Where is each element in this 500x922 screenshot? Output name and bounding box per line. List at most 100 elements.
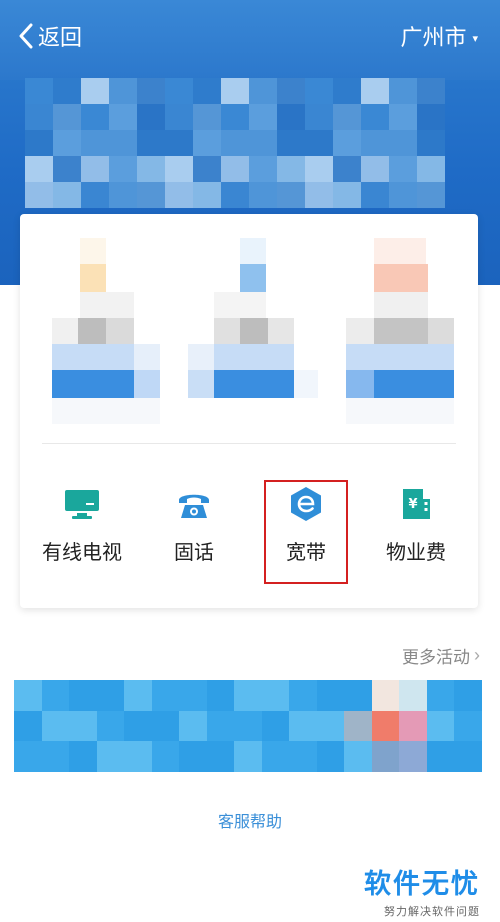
mosaic-cell <box>53 182 81 208</box>
mosaic-cell <box>151 710 179 742</box>
mosaic-cell <box>69 741 97 772</box>
mosaic-cell <box>81 130 109 156</box>
mosaic-cell <box>96 680 124 711</box>
mosaic-cell <box>137 182 165 208</box>
mosaic-cell <box>206 741 234 772</box>
mosaic-cell <box>96 741 124 772</box>
mosaic-cell <box>361 130 389 156</box>
mosaic-cell <box>261 680 289 711</box>
mosaic-cell <box>53 104 81 130</box>
mosaic-cell <box>289 710 317 742</box>
mosaic-cell <box>109 78 137 104</box>
mosaic-cell <box>389 78 417 104</box>
mosaic-cell <box>137 104 165 130</box>
svg-text:¥: ¥ <box>408 497 417 512</box>
mosaic-cell <box>305 130 333 156</box>
city-selector[interactable]: 广州市 ▾ <box>400 20 478 52</box>
promo-item-1[interactable] <box>52 238 162 428</box>
mosaic-cell <box>333 78 361 104</box>
mosaic-cell <box>389 104 417 130</box>
mosaic-cell <box>53 156 81 182</box>
mosaic-cell <box>193 78 221 104</box>
mosaic-cell <box>14 680 42 711</box>
blurred-header-image <box>25 78 445 208</box>
mosaic-cell <box>234 680 262 711</box>
mosaic-cell <box>25 156 53 182</box>
mosaic-cell <box>234 710 262 742</box>
mosaic-cell <box>389 156 417 182</box>
mosaic-cell <box>305 182 333 208</box>
promo-row <box>20 214 478 444</box>
mosaic-cell <box>25 104 53 130</box>
mosaic-cell <box>14 710 42 742</box>
service-grid: 有线电视 固话 宽带 ¥ 物业费 <box>20 444 478 608</box>
service-cable-tv[interactable]: 有线电视 <box>32 484 132 584</box>
mosaic-cell <box>249 104 277 130</box>
mosaic-cell <box>53 130 81 156</box>
watermark: 软件无忧 努力解决软件问题 <box>364 862 480 919</box>
mosaic-cell <box>69 710 97 742</box>
mosaic-cell <box>333 130 361 156</box>
mosaic-cell <box>165 130 193 156</box>
mosaic-cell <box>399 680 427 711</box>
mosaic-cell <box>137 78 165 104</box>
mosaic-cell <box>25 78 53 104</box>
mosaic-cell <box>417 104 445 130</box>
more-activities-link[interactable]: 更多活动 › <box>402 643 480 668</box>
mosaic-cell <box>249 156 277 182</box>
mosaic-cell <box>361 104 389 130</box>
tv-icon <box>62 484 102 524</box>
mosaic-cell <box>41 710 69 742</box>
service-card: 有线电视 固话 宽带 ¥ 物业费 <box>20 214 478 608</box>
mosaic-cell <box>109 156 137 182</box>
mosaic-cell <box>206 680 234 711</box>
mosaic-cell <box>333 104 361 130</box>
back-label: 返回 <box>38 25 83 50</box>
promo-item-3[interactable] <box>346 238 456 428</box>
service-label: 固话 <box>174 542 214 564</box>
watermark-brand: 软件无忧 <box>364 869 480 899</box>
mosaic-cell <box>221 130 249 156</box>
telephone-icon <box>174 484 214 524</box>
mosaic-cell <box>137 156 165 182</box>
service-landline[interactable]: 固话 <box>144 484 244 584</box>
promo-item-2[interactable] <box>188 238 318 428</box>
mosaic-cell <box>316 680 344 711</box>
mosaic-cell <box>234 741 262 772</box>
mosaic-cell <box>417 182 445 208</box>
mosaic-cell <box>261 710 289 742</box>
mosaic-cell <box>193 130 221 156</box>
mosaic-cell <box>361 182 389 208</box>
watermark-slogan: 努力解决软件问题 <box>384 906 480 918</box>
mosaic-cell <box>81 182 109 208</box>
mosaic-cell <box>109 182 137 208</box>
highlight-box <box>264 480 348 584</box>
mosaic-cell <box>389 130 417 156</box>
back-button[interactable]: 返回 <box>18 20 82 52</box>
mosaic-cell <box>179 680 207 711</box>
mosaic-cell <box>305 156 333 182</box>
mosaic-cell <box>151 680 179 711</box>
property-fee-icon: ¥ <box>396 484 436 524</box>
mosaic-cell <box>426 680 454 711</box>
mosaic-cell <box>261 741 289 772</box>
mosaic-cell <box>344 680 372 711</box>
mosaic-cell <box>277 130 305 156</box>
mosaic-cell <box>25 182 53 208</box>
more-activities-label: 更多活动 <box>402 648 470 667</box>
mosaic-cell <box>249 130 277 156</box>
mosaic-cell <box>249 182 277 208</box>
mosaic-cell <box>14 741 42 772</box>
customer-help-link[interactable]: 客服帮助 <box>0 808 500 832</box>
service-property-fee[interactable]: ¥ 物业费 <box>366 484 466 584</box>
mosaic-cell <box>371 710 399 742</box>
activity-banner[interactable] <box>14 680 482 772</box>
mosaic-cell <box>165 104 193 130</box>
mosaic-cell <box>25 130 53 156</box>
mosaic-cell <box>417 156 445 182</box>
mosaic-cell <box>417 78 445 104</box>
mosaic-cell <box>333 182 361 208</box>
service-label: 有线电视 <box>42 542 122 564</box>
mosaic-cell <box>109 104 137 130</box>
mosaic-cell <box>417 130 445 156</box>
